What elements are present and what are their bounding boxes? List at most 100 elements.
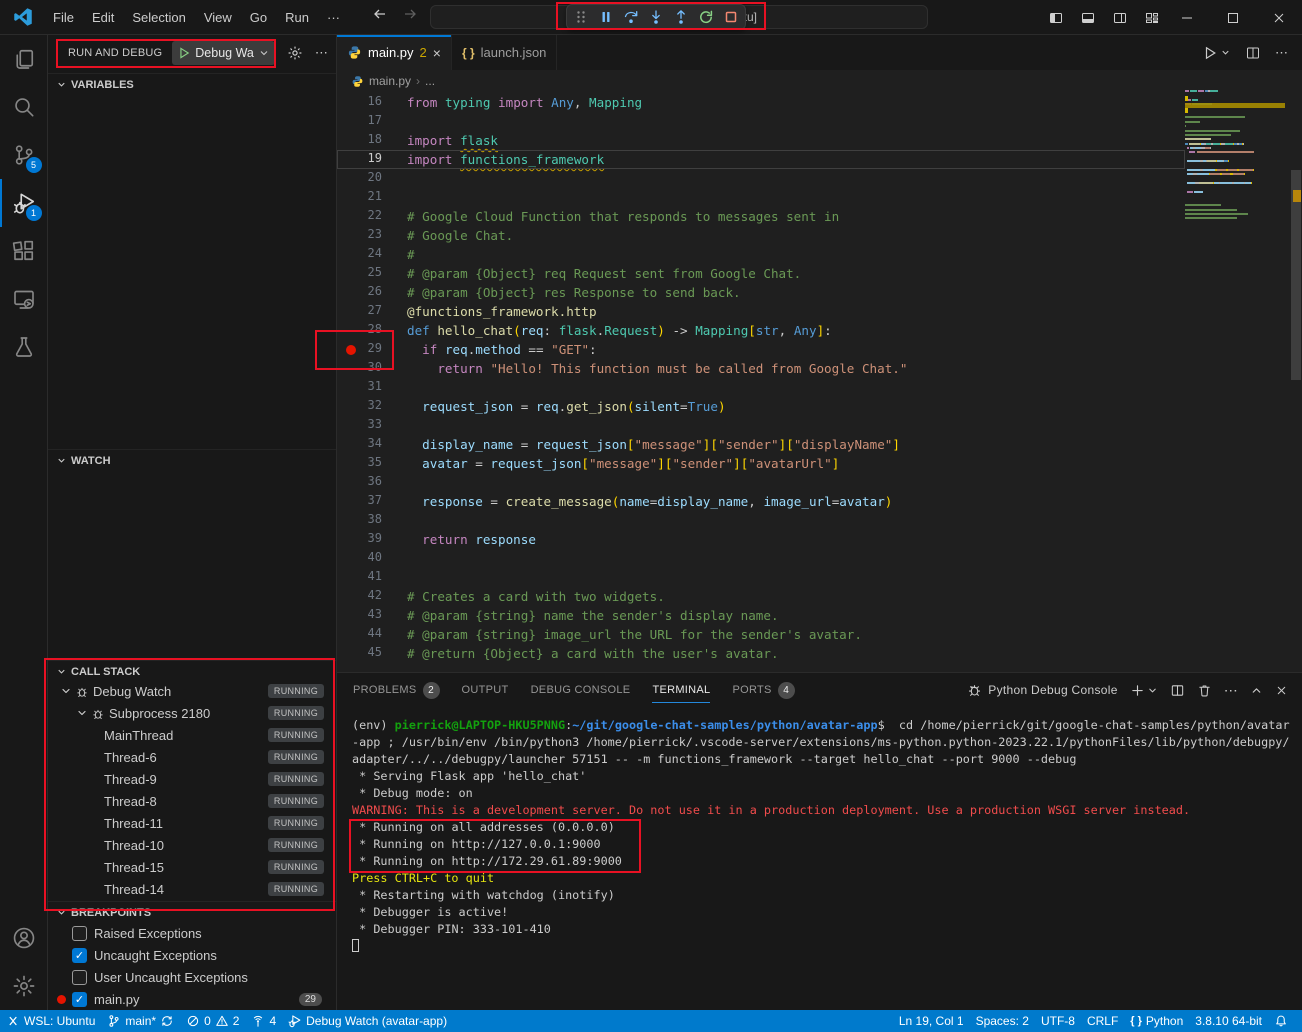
tab-main-py[interactable]: main.py 2 ×: [337, 35, 452, 70]
menu-file[interactable]: File: [44, 6, 83, 29]
gutter[interactable]: 30: [337, 359, 400, 378]
code-line-44[interactable]: 44# @param {string} image_url the URL fo…: [337, 625, 1185, 644]
statusbar-forwarded-ports[interactable]: 4: [245, 1010, 282, 1032]
start-debug-icon[interactable]: [177, 46, 191, 60]
gutter[interactable]: 38: [337, 511, 400, 530]
panel-tab-output[interactable]: OUTPUT: [462, 673, 509, 707]
statusbar-encoding[interactable]: UTF-8: [1035, 1010, 1081, 1032]
code-line-19[interactable]: 19import functions_framework: [337, 150, 1185, 169]
launch-config-dropdown[interactable]: Debug Wa: [172, 41, 275, 65]
code-line-32[interactable]: 32 request_json = req.get_json(silent=Tr…: [337, 397, 1185, 416]
split-editor-icon[interactable]: [1245, 45, 1261, 61]
code-line-33[interactable]: 33: [337, 416, 1185, 435]
statusbar-python-interpreter[interactable]: 3.8.10 64-bit: [1189, 1010, 1268, 1032]
call-stack-section-header[interactable]: CALL STACK: [48, 660, 336, 682]
menu-run[interactable]: Run: [276, 6, 318, 29]
call-stack-row[interactable]: Thread-6RUNNING: [48, 746, 336, 768]
gutter[interactable]: 35: [337, 454, 400, 473]
menu-[interactable]: ···: [318, 6, 349, 29]
gutter[interactable]: 17: [337, 112, 400, 131]
gutter[interactable]: 37: [337, 492, 400, 511]
gutter[interactable]: 33: [337, 416, 400, 435]
gutter[interactable]: 27: [337, 302, 400, 321]
breakpoint-row[interactable]: ✓Uncaught Exceptions: [48, 944, 336, 966]
gutter[interactable]: 36: [337, 473, 400, 492]
maximize-panel-button[interactable]: [1250, 683, 1263, 697]
call-stack-row[interactable]: Thread-11RUNNING: [48, 812, 336, 834]
stop-button[interactable]: [723, 9, 739, 26]
code-line-41[interactable]: 41: [337, 568, 1185, 587]
menu-selection[interactable]: Selection: [123, 6, 194, 29]
menu-view[interactable]: View: [195, 6, 241, 29]
debug-settings-gear-icon[interactable]: [287, 45, 303, 61]
code-line-29[interactable]: 29 if req.method == "GET":: [337, 340, 1185, 359]
statusbar-git-branch[interactable]: main*: [101, 1010, 180, 1032]
activity-search[interactable]: [0, 83, 48, 131]
close-panel-button[interactable]: [1275, 683, 1288, 697]
terminal-instance[interactable]: Python Debug Console: [967, 683, 1117, 698]
go-back-icon[interactable]: [372, 6, 388, 22]
call-stack-row[interactable]: Thread-14RUNNING: [48, 878, 336, 900]
activity-settings[interactable]: [0, 962, 48, 1010]
gutter[interactable]: 40: [337, 549, 400, 568]
editor-more-actions-icon[interactable]: ⋯: [1275, 45, 1288, 61]
call-stack-row[interactable]: MainThreadRUNNING: [48, 724, 336, 746]
gutter[interactable]: 21: [337, 188, 400, 207]
code-line-43[interactable]: 43# @param {string} name the sender's di…: [337, 606, 1185, 625]
breakpoint-checkbox[interactable]: ✓: [72, 992, 87, 1007]
step-over-button[interactable]: [623, 9, 639, 26]
code-line-38[interactable]: 38: [337, 511, 1185, 530]
gutter[interactable]: 16: [337, 93, 400, 112]
activity-explorer[interactable]: [0, 35, 48, 83]
gutter[interactable]: 41: [337, 568, 400, 587]
menu-go[interactable]: Go: [241, 6, 276, 29]
step-into-button[interactable]: [648, 9, 664, 26]
kill-terminal-button[interactable]: [1197, 682, 1212, 697]
split-terminal-button[interactable]: [1170, 682, 1185, 697]
minimap[interactable]: [1185, 90, 1285, 235]
close-tab-icon[interactable]: ×: [433, 45, 441, 61]
terminal-output[interactable]: (env) pierrick@LAPTOP-HKU5PNNG:~/git/goo…: [352, 717, 1292, 955]
gutter[interactable]: 31: [337, 378, 400, 397]
breakpoint-row[interactable]: Raised Exceptions: [48, 922, 336, 944]
toggle-secondary-sidebar-icon[interactable]: [1112, 10, 1128, 26]
code-line-17[interactable]: 17: [337, 112, 1185, 131]
maximize-button[interactable]: [1210, 0, 1256, 35]
code-line-40[interactable]: 40: [337, 549, 1185, 568]
breadcrumb[interactable]: main.py › ...: [337, 70, 1302, 92]
panel-tab-ports[interactable]: PORTS4: [732, 673, 794, 707]
code-line-34[interactable]: 34 display_name = request_json["message"…: [337, 435, 1185, 454]
code-line-39[interactable]: 39 return response: [337, 530, 1185, 549]
code-line-36[interactable]: 36: [337, 473, 1185, 492]
restart-button[interactable]: [698, 9, 714, 26]
statusbar-indentation[interactable]: Spaces: 2: [970, 1010, 1035, 1032]
code-line-31[interactable]: 31: [337, 378, 1185, 397]
customize-layout-icon[interactable]: [1144, 10, 1160, 26]
run-python-file-icon[interactable]: [1202, 45, 1218, 61]
toggle-sidebar-icon[interactable]: [1048, 10, 1064, 26]
statusbar-language-mode[interactable]: { }Python: [1124, 1010, 1189, 1032]
statusbar-debug-status[interactable]: Debug Watch (avatar-app): [282, 1010, 453, 1032]
gutter[interactable]: 43: [337, 606, 400, 625]
code-line-20[interactable]: 20: [337, 169, 1185, 188]
code-line-22[interactable]: 22# Google Cloud Function that responds …: [337, 207, 1185, 226]
code-line-16[interactable]: 16from typing import Any, Mapping: [337, 93, 1185, 112]
run-dropdown-chevron-icon[interactable]: [1220, 47, 1231, 58]
gutter[interactable]: 20: [337, 169, 400, 188]
breakpoint-row[interactable]: ✓main.py29: [48, 988, 336, 1010]
gutter[interactable]: 34: [337, 435, 400, 454]
gutter[interactable]: 28: [337, 321, 400, 340]
statusbar-problems[interactable]: 02: [180, 1010, 245, 1032]
call-stack-row[interactable]: Debug WatchRUNNING: [48, 680, 336, 702]
gutter[interactable]: 32: [337, 397, 400, 416]
statusbar-notifications[interactable]: [1268, 1010, 1294, 1032]
code-line-25[interactable]: 25# @param {Object} req Request sent fro…: [337, 264, 1185, 283]
gutter[interactable]: 45: [337, 644, 400, 663]
code-line-45[interactable]: 45# @return {Object} a card with the use…: [337, 644, 1185, 663]
breakpoint-checkbox[interactable]: [72, 970, 87, 985]
minimize-button[interactable]: [1164, 0, 1210, 35]
code-line-23[interactable]: 23# Google Chat.: [337, 226, 1185, 245]
breakpoint-checkbox[interactable]: ✓: [72, 948, 87, 963]
gutter[interactable]: 39: [337, 530, 400, 549]
code-line-27[interactable]: 27@functions_framework.http: [337, 302, 1185, 321]
